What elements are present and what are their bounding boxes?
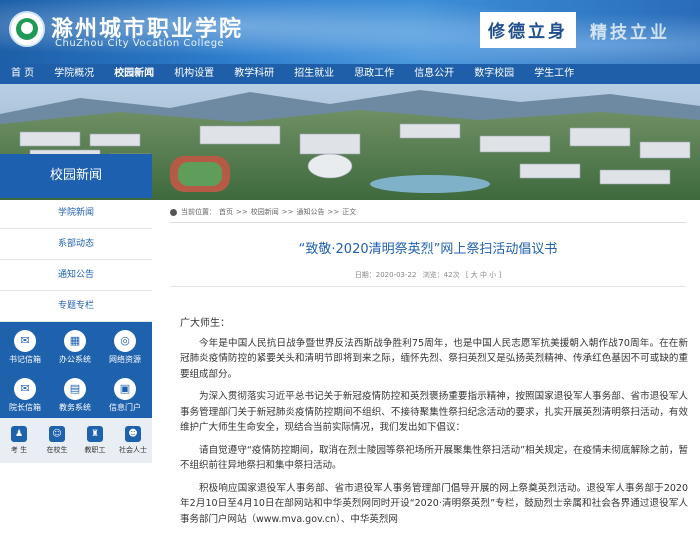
user-type-label: 考 生 (10, 446, 28, 454)
header-banner: 滁州城市职业学院 ChuZhou City Vocation College 修… (0, 0, 700, 64)
nav-item-admissions[interactable]: 招生就业 (294, 64, 334, 84)
nav-item-home[interactable]: 首 页 (11, 64, 34, 84)
user-type-public[interactable]: ☻ 社会人士 (114, 418, 152, 463)
divider (170, 286, 686, 287)
motto-second: 精技立业 (590, 23, 670, 43)
quick-link-label: 网络资源 (109, 355, 141, 364)
quick-link-label: 书记信箱 (9, 355, 41, 364)
breadcrumb-separator: >> (236, 208, 248, 216)
mail-icon: ✉ (14, 378, 36, 400)
article-paragraph: 为深入贯彻落实习近平总书记关于新冠疫情防控和英烈褒扬重要指示精神，按照国家退役军… (180, 391, 688, 433)
school-name-en: ChuZhou City Vocation College (55, 38, 225, 49)
quick-link-office-system[interactable]: ▦ 办公系统 (50, 322, 100, 370)
user-icon: ☺ (49, 426, 65, 442)
breadcrumb-prefix: 当前位置： (181, 208, 216, 216)
user-type-applicant[interactable]: ♟ 考 生 (0, 418, 38, 463)
nav-item-about[interactable]: 学院概况 (54, 64, 94, 84)
breadcrumb-campus-news[interactable]: 校园新闻 (251, 207, 279, 217)
user-type-label: 教职工 (84, 446, 106, 454)
location-icon (170, 208, 177, 216)
user-type-label: 社会人士 (119, 446, 147, 454)
college-logo[interactable] (9, 11, 45, 47)
office-icon: ▦ (64, 330, 86, 352)
divider (170, 222, 686, 223)
quick-link-president-mailbox[interactable]: ✉ 院长信箱 (0, 370, 50, 418)
nav-item-disclosure[interactable]: 信息公开 (414, 64, 454, 84)
motto-seal: 修德立身 (480, 12, 576, 48)
teacher-icon: ♜ (87, 426, 103, 442)
nav-item-departments[interactable]: 机构设置 (174, 64, 214, 84)
quick-link-label: 信息门户 (109, 403, 141, 412)
breadcrumb-separator: >> (327, 208, 340, 216)
nav-item-ideology[interactable]: 思政工作 (354, 64, 394, 84)
breadcrumb: 当前位置： 首页 >> 校园新闻 >> 通知公告 >> 正文 (170, 204, 686, 220)
quick-link-academic-system[interactable]: ▤ 教务系统 (50, 370, 100, 418)
mail-icon: ✉ (14, 330, 36, 352)
sidebar-item-department-updates[interactable]: 系部动态 (0, 229, 152, 260)
user-type-label: 在校生 (46, 446, 68, 454)
quick-link-network-resources[interactable]: ◎ 网络资源 (100, 322, 150, 370)
user-type-current-student[interactable]: ☺ 在校生 (38, 418, 76, 463)
breadcrumb-home[interactable]: 首页 (219, 207, 233, 217)
font-size-switcher[interactable]: [ 大 中 小 ] (466, 271, 501, 279)
logo-core (21, 22, 33, 34)
nav-item-digital-campus[interactable]: 数字校园 (474, 64, 514, 84)
article-meta: 日期：2020-03-22 浏览：42次 [ 大 中 小 ] (170, 270, 686, 280)
book-icon: ▤ (64, 378, 86, 400)
quick-link-label: 办公系统 (59, 355, 91, 364)
nav-item-teaching[interactable]: 教学科研 (234, 64, 274, 84)
portal-icon: ▣ (114, 378, 136, 400)
user-type-staff[interactable]: ♜ 教职工 (76, 418, 114, 463)
article-greeting: 广大师生： (180, 318, 230, 329)
article-date: 日期：2020-03-22 (354, 271, 417, 279)
breadcrumb-current: 正文 (342, 208, 357, 216)
quick-link-secretary-mailbox[interactable]: ✉ 书记信箱 (0, 322, 50, 370)
nav-item-student-affairs[interactable]: 学生工作 (534, 64, 574, 84)
sidebar-item-special-topics[interactable]: 专题专栏 (0, 291, 152, 322)
people-icon: ☻ (125, 426, 141, 442)
quick-link-label: 教务系统 (59, 403, 91, 412)
article-paragraph: 今年是中国人民抗日战争暨世界反法西斯战争胜利75周年，也是中国人民志愿军抗美援朝… (180, 337, 688, 380)
sidebar-menu: 学院新闻 系部动态 通知公告 专题专栏 (0, 198, 152, 322)
nav-item-news[interactable]: 校园新闻 (114, 64, 154, 84)
main-nav: 首 页 学院概况 校园新闻 机构设置 教学科研 招生就业 思政工作 信息公开 数… (0, 64, 700, 84)
quick-link-label: 院长信箱 (9, 403, 41, 412)
article-paragraph: 请自觉遵守“疫情防控期间，取消在烈士陵园等祭祀场所开展聚集性祭扫活动”相关规定，… (180, 444, 688, 472)
quick-link-info-portal[interactable]: ▣ 信息门户 (100, 370, 150, 418)
quick-links-panel: ✉ 书记信箱 ▦ 办公系统 ◎ 网络资源 ✉ 院长信箱 ▤ 教务系统 ▣ 信息门… (0, 322, 152, 418)
sidebar-item-college-news[interactable]: 学院新闻 (0, 198, 152, 229)
sidebar-title: 校园新闻 (0, 154, 152, 198)
globe-icon: ◎ (114, 330, 136, 352)
article-paragraph: 积极响应国家退役军人事务部、省市退役军人事务管理部门倡导开展的网上祭奠英烈活动。… (180, 482, 688, 525)
breadcrumb-separator: >> (281, 208, 294, 216)
article-body: 广大师生： 今年是中国人民抗日战争暨世界反法西斯战争胜利75周年，也是中国人民志… (180, 316, 688, 534)
user-type-panel: ♟ 考 生 ☺ 在校生 ♜ 教职工 ☻ 社会人士 (0, 418, 152, 463)
article-views: 浏览：42次 (422, 271, 460, 279)
sidebar-item-notices[interactable]: 通知公告 (0, 260, 152, 291)
article-title: “致敬·2020清明祭英烈”网上祭扫活动倡议书 (298, 242, 558, 257)
breadcrumb-notices[interactable]: 通知公告 (296, 207, 324, 217)
student-icon: ♟ (11, 426, 27, 442)
